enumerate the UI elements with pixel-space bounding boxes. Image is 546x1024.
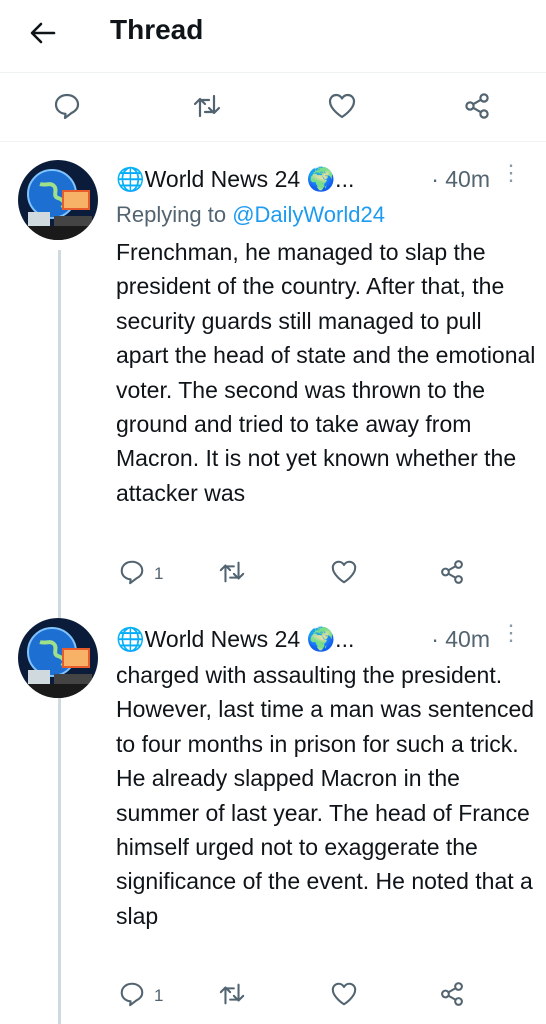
back-arrow-icon[interactable] (28, 18, 58, 48)
tweet-timestamp[interactable]: · 40m (431, 166, 490, 193)
top-bar: Thread (0, 0, 546, 73)
tweet-timestamp[interactable]: · 40m (431, 626, 490, 653)
more-options-icon[interactable]: ⋮ (500, 620, 522, 646)
replying-to: Replying to @DailyWorld24 (116, 202, 385, 228)
like-icon[interactable] (330, 558, 360, 588)
more-options-icon[interactable]: ⋮ (500, 160, 522, 186)
like-icon[interactable] (327, 91, 357, 121)
retweet-icon[interactable] (218, 980, 248, 1010)
retweet-icon[interactable] (192, 91, 222, 121)
tweet-author[interactable]: 🌐World News 24 🌍... (116, 626, 354, 653)
share-icon[interactable] (438, 558, 468, 588)
avatar[interactable] (18, 618, 98, 698)
page-title: Thread (110, 14, 204, 45)
replying-to-label: Replying to (116, 202, 233, 227)
thread-action-bar (0, 73, 546, 142)
reply-icon[interactable] (52, 91, 82, 121)
share-icon[interactable] (462, 91, 492, 121)
avatar[interactable] (18, 160, 98, 240)
reply-count: 1 (154, 986, 164, 1005)
tweet-text: charged with assaulting the president. H… (116, 662, 535, 929)
reply-count: 1 (154, 564, 164, 583)
retweet-icon[interactable] (218, 558, 248, 588)
tweet-text: Frenchman, he managed to slap the presid… (116, 239, 536, 506)
reply-icon[interactable] (118, 980, 148, 1010)
tweet-author[interactable]: 🌐World News 24 🌍... (116, 166, 354, 193)
reply-icon[interactable] (118, 558, 148, 588)
like-icon[interactable] (330, 980, 360, 1010)
share-icon[interactable] (438, 980, 468, 1010)
replying-to-handle[interactable]: @DailyWorld24 (232, 202, 385, 227)
